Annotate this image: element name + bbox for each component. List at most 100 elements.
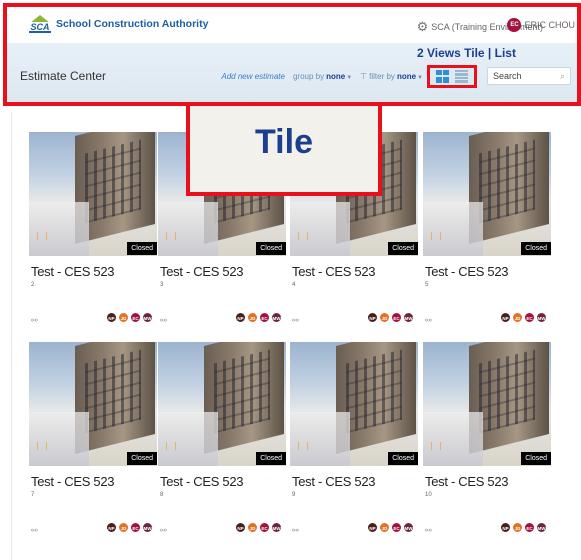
share-icon[interactable]: ⚯ (292, 526, 299, 535)
tile-view-icon[interactable] (436, 69, 449, 83)
avatar[interactable]: NP (500, 522, 511, 533)
estimate-thumbnail: Closed (423, 132, 551, 256)
search-box: ⌕ (487, 67, 571, 85)
estimate-tile[interactable]: Closed Test - CES 523 10 ⚯ NP JD EC MW (423, 342, 551, 535)
avatar[interactable]: EC (391, 522, 402, 533)
estimate-thumbnail: Closed (158, 342, 286, 466)
status-badge: Closed (521, 452, 551, 465)
filter-by-label: filter by (369, 71, 395, 81)
share-icon[interactable]: ⚯ (31, 526, 38, 535)
avatar[interactable]: NP (500, 312, 511, 323)
estimate-number: 3 (160, 282, 164, 288)
avatar[interactable]: MW (403, 522, 414, 533)
avatar[interactable]: MW (536, 522, 547, 533)
filter-icon: ⊤ (360, 71, 368, 81)
avatar[interactable]: MW (271, 522, 282, 533)
avatar[interactable]: NP (367, 522, 378, 533)
estimate-toolbar: Add new estimate group by none▼ ⊤ filter… (221, 64, 571, 88)
tile-callout: Tile (186, 106, 382, 196)
status-badge: Closed (388, 242, 418, 255)
share-icon[interactable]: ⚯ (425, 526, 432, 535)
avatar[interactable]: JD (118, 312, 129, 323)
estimate-tile[interactable]: Closed Test - CES 523 8 ⚯ NP JD EC MW (158, 342, 286, 535)
estimate-title[interactable]: Test - CES 523 (160, 264, 244, 279)
avatar[interactable]: MW (403, 312, 414, 323)
list-view-icon[interactable] (455, 69, 468, 83)
estimate-title[interactable]: Test - CES 523 (425, 264, 509, 279)
estimate-number: 10 (425, 492, 432, 498)
team-avatars: NP JD EC MW (234, 522, 282, 533)
app-header: SCA School Construction Authority ⚙ SCA … (3, 3, 581, 106)
avatar[interactable]: JD (379, 312, 390, 323)
avatar[interactable]: NP (367, 312, 378, 323)
share-icon[interactable]: ⚯ (292, 316, 299, 325)
avatar[interactable]: JD (247, 522, 258, 533)
avatar[interactable]: JD (118, 522, 129, 533)
team-avatars: NP JD EC MW (499, 312, 547, 323)
avatar[interactable]: EC (130, 312, 141, 323)
estimate-number: 9 (292, 492, 296, 498)
avatar: EC (507, 18, 522, 32)
user-name: ERIC CHOU (524, 20, 575, 30)
chevron-down-icon: ▼ (346, 74, 353, 81)
share-icon[interactable]: ⚯ (425, 316, 432, 325)
estimate-title[interactable]: Test - CES 523 (31, 264, 115, 279)
status-badge: Closed (127, 242, 157, 255)
estimate-number: 4 (292, 282, 296, 288)
estimate-tile[interactable]: Closed Test - CES 523 7 ⚯ NP JD EC MW (29, 342, 157, 535)
avatar[interactable]: EC (391, 312, 402, 323)
team-avatars: NP JD EC MW (499, 522, 547, 533)
avatar[interactable]: MW (536, 312, 547, 323)
status-badge: Closed (388, 452, 418, 465)
avatar[interactable]: JD (247, 312, 258, 323)
estimate-title[interactable]: Test - CES 523 (425, 474, 509, 489)
estimate-thumbnail: Closed (290, 342, 418, 466)
avatar[interactable]: MW (142, 312, 153, 323)
views-annotation: 2 Views Tile | List (417, 46, 516, 60)
team-avatars: NP JD EC MW (105, 312, 153, 323)
share-icon[interactable]: ⚯ (31, 316, 38, 325)
estimate-title[interactable]: Test - CES 523 (292, 474, 376, 489)
group-by-value: none (326, 71, 346, 81)
team-avatars: NP JD EC MW (366, 522, 414, 533)
share-icon[interactable]: ⚯ (160, 526, 167, 535)
group-by-dropdown[interactable]: none▼ (326, 72, 352, 81)
estimate-title[interactable]: Test - CES 523 (160, 474, 244, 489)
estimate-tile[interactable]: Closed Test - CES 523 5 ⚯ NP JD EC MW (423, 132, 551, 325)
estimate-title[interactable]: Test - CES 523 (292, 264, 376, 279)
estimate-number: 2 (31, 282, 35, 288)
avatar[interactable]: NP (235, 522, 246, 533)
estimate-tile[interactable]: Closed Test - CES 523 9 ⚯ NP JD EC MW (290, 342, 418, 535)
avatar[interactable]: EC (259, 522, 270, 533)
avatar[interactable]: JD (512, 312, 523, 323)
logo-text: School Construction Authority (56, 18, 209, 30)
search-icon[interactable]: ⌕ (560, 71, 565, 82)
chevron-down-icon: ▼ (417, 74, 423, 81)
avatar[interactable]: JD (379, 522, 390, 533)
team-avatars: NP JD EC MW (366, 312, 414, 323)
status-badge: Closed (127, 452, 157, 465)
avatar[interactable]: NP (106, 522, 117, 533)
sca-logo-icon: SCA (29, 15, 51, 33)
avatar[interactable]: EC (524, 522, 535, 533)
estimate-number: 5 (425, 282, 429, 288)
avatar[interactable]: JD (512, 522, 523, 533)
team-avatars: NP JD EC MW (234, 312, 282, 323)
avatar[interactable]: NP (106, 312, 117, 323)
avatar[interactable]: EC (259, 312, 270, 323)
filter-by-dropdown[interactable]: none▼ (397, 72, 423, 81)
avatar[interactable]: MW (271, 312, 282, 323)
logo-mark-text: SCA (29, 22, 51, 33)
search-input[interactable] (493, 71, 553, 81)
avatar[interactable]: MW (142, 522, 153, 533)
user-menu[interactable]: EC ERIC CHOU (507, 18, 575, 32)
avatar[interactable]: EC (524, 312, 535, 323)
share-icon[interactable]: ⚯ (160, 316, 167, 325)
estimate-title[interactable]: Test - CES 523 (31, 474, 115, 489)
avatar[interactable]: NP (235, 312, 246, 323)
estimate-tile[interactable]: Closed Test - CES 523 2 ⚯ NP JD EC MW (29, 132, 157, 325)
add-estimate-link[interactable]: Add new estimate (221, 72, 285, 81)
avatar[interactable]: EC (130, 522, 141, 533)
sca-logo[interactable]: SCA School Construction Authority (29, 15, 208, 33)
view-toggle (427, 64, 477, 88)
